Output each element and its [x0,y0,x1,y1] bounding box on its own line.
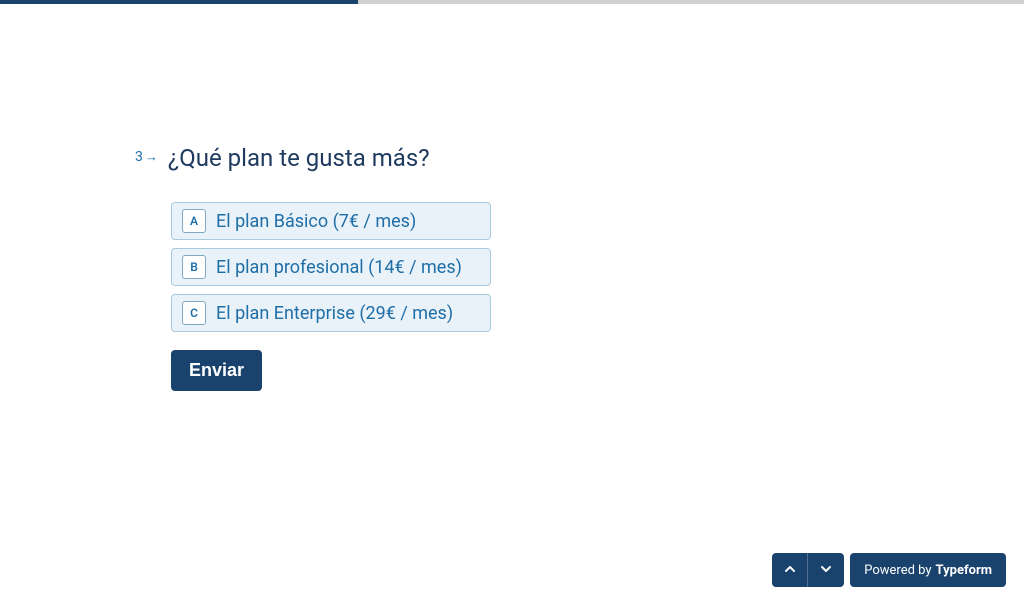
nav-down-button[interactable] [808,553,844,587]
powered-by-brand: Typeform [936,563,992,578]
progress-bar [0,0,1024,4]
option-label: El plan profesional (14€ / mes) [216,257,462,278]
option-key: A [182,209,206,233]
question-text: ¿Qué plan te gusta más? [168,144,430,172]
question-block: 3 → ¿Qué plan te gusta más? A El plan Bá… [0,4,1024,391]
option-a[interactable]: A El plan Básico (7€ / mes) [171,202,491,240]
nav-up-button[interactable] [772,553,808,587]
chevron-up-icon [784,562,796,578]
powered-by-prefix: Powered by [864,563,931,578]
option-label: El plan Enterprise (29€ / mes) [216,303,453,324]
submit-button[interactable]: Enviar [171,350,262,391]
footer: Powered by Typeform [772,553,1006,587]
powered-by-badge[interactable]: Powered by Typeform [850,553,1006,587]
question-marker: 3 → [135,149,158,165]
option-key: C [182,301,206,325]
question-number: 3 [135,149,143,165]
nav-buttons [772,553,844,587]
option-c[interactable]: C El plan Enterprise (29€ / mes) [171,294,491,332]
option-label: El plan Básico (7€ / mes) [216,211,416,232]
option-b[interactable]: B El plan profesional (14€ / mes) [171,248,491,286]
options-list: A El plan Básico (7€ / mes) B El plan pr… [171,202,1024,332]
arrow-right-icon: → [145,149,158,165]
chevron-down-icon [820,562,832,578]
question-row: 3 → ¿Qué plan te gusta más? [135,144,1024,172]
progress-fill [0,0,358,4]
option-key: B [182,255,206,279]
